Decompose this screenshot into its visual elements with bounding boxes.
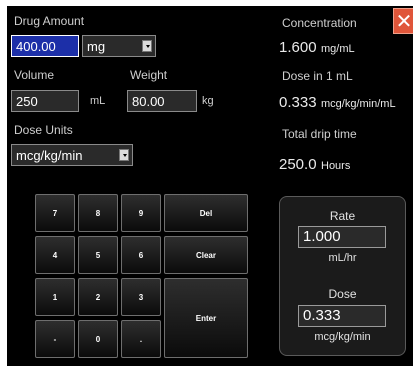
dose-in-1ml-readout: 0.333 mcg/kg/min/mL	[279, 94, 396, 112]
chevron-down-icon	[142, 40, 152, 52]
key-9-button[interactable]: 9	[121, 194, 161, 232]
dose-field[interactable]: 0.333	[298, 305, 386, 327]
dose-units-select[interactable]: mcg/kg/min	[11, 144, 133, 166]
drug-amount-unit-select[interactable]: mg	[82, 35, 156, 57]
rate-label: Rate	[329, 209, 356, 223]
key-7-button[interactable]: 7	[35, 194, 75, 232]
total-drip-time-readout: 250.0 Hours	[279, 156, 350, 174]
close-icon: ✕	[395, 10, 413, 33]
rate-field[interactable]: 1.000	[298, 226, 386, 248]
keypad: 7 8 9 Del 4 5 6 Clear 1 2 3 Enter - 0 .	[35, 194, 249, 362]
drug-amount-unit-value: mg	[87, 39, 106, 54]
dose-in-1ml-label: Dose in 1 mL	[282, 69, 353, 83]
weight-label: Weight	[130, 68, 168, 82]
concentration-readout: 1.600 mg/mL	[279, 39, 355, 57]
drip-calculator-window: Drug Amount 400.00 mg Volume Weight 250 …	[7, 6, 413, 366]
total-drip-time-value: 250.0	[279, 156, 317, 173]
dose-unit: mcg/kg/min	[314, 331, 371, 343]
weight-unit: kg	[202, 95, 214, 107]
rate-unit: mL/hr	[328, 252, 357, 264]
key-1-button[interactable]: 1	[35, 278, 75, 316]
volume-label: Volume	[14, 68, 55, 82]
dose-units-label: Dose Units	[14, 123, 73, 137]
key-2-button[interactable]: 2	[78, 278, 118, 316]
volume-unit: mL	[90, 95, 106, 107]
key-3-button[interactable]: 3	[121, 278, 161, 316]
delete-button[interactable]: Del	[164, 194, 248, 232]
total-drip-time-unit: Hours	[321, 160, 351, 172]
dose-label: Dose	[328, 287, 357, 301]
close-button[interactable]: ✕	[393, 8, 413, 34]
concentration-unit: mg/mL	[321, 43, 355, 55]
dose-units-value: mcg/kg/min	[16, 148, 83, 163]
dose-in-1ml-value: 0.333	[279, 94, 317, 111]
decimal-point-button[interactable]: .	[121, 320, 161, 358]
volume-field[interactable]: 250	[11, 90, 79, 112]
key-5-button[interactable]: 5	[78, 236, 118, 274]
key-8-button[interactable]: 8	[78, 194, 118, 232]
dose-in-1ml-unit: mcg/kg/min/mL	[321, 98, 396, 110]
key-6-button[interactable]: 6	[121, 236, 161, 274]
clear-button[interactable]: Clear	[164, 236, 248, 274]
concentration-value: 1.600	[279, 39, 317, 56]
minus-button[interactable]: -	[35, 320, 75, 358]
concentration-label: Concentration	[282, 16, 357, 30]
weight-field[interactable]: 80.00	[127, 90, 197, 112]
enter-button[interactable]: Enter	[164, 278, 248, 358]
key-4-button[interactable]: 4	[35, 236, 75, 274]
chevron-down-icon	[119, 149, 129, 161]
rate-dose-panel: Rate 1.000 mL/hr Dose 0.333 mcg/kg/min	[279, 196, 406, 356]
total-drip-time-label: Total drip time	[282, 127, 357, 141]
drug-amount-field[interactable]: 400.00	[11, 35, 79, 57]
drug-amount-label: Drug Amount	[14, 14, 85, 28]
key-0-button[interactable]: 0	[78, 320, 118, 358]
